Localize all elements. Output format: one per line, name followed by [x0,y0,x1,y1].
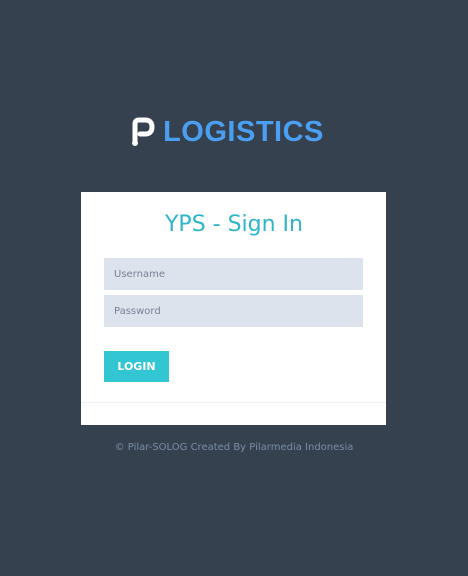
copyright-text: © Pilar-SOLOG Created By Pilarmedia Indo… [114,442,354,453]
password-input[interactable] [104,295,363,327]
login-button[interactable]: LOGIN [104,351,169,382]
pilar-p-logo-icon [132,117,155,146]
logo-text: LOGISTICS [163,115,324,148]
username-input[interactable] [104,258,363,290]
brand-logo: LOGISTICS [0,112,468,152]
card-divider [81,402,386,403]
sign-in-title: YPS - Sign In [164,212,303,237]
